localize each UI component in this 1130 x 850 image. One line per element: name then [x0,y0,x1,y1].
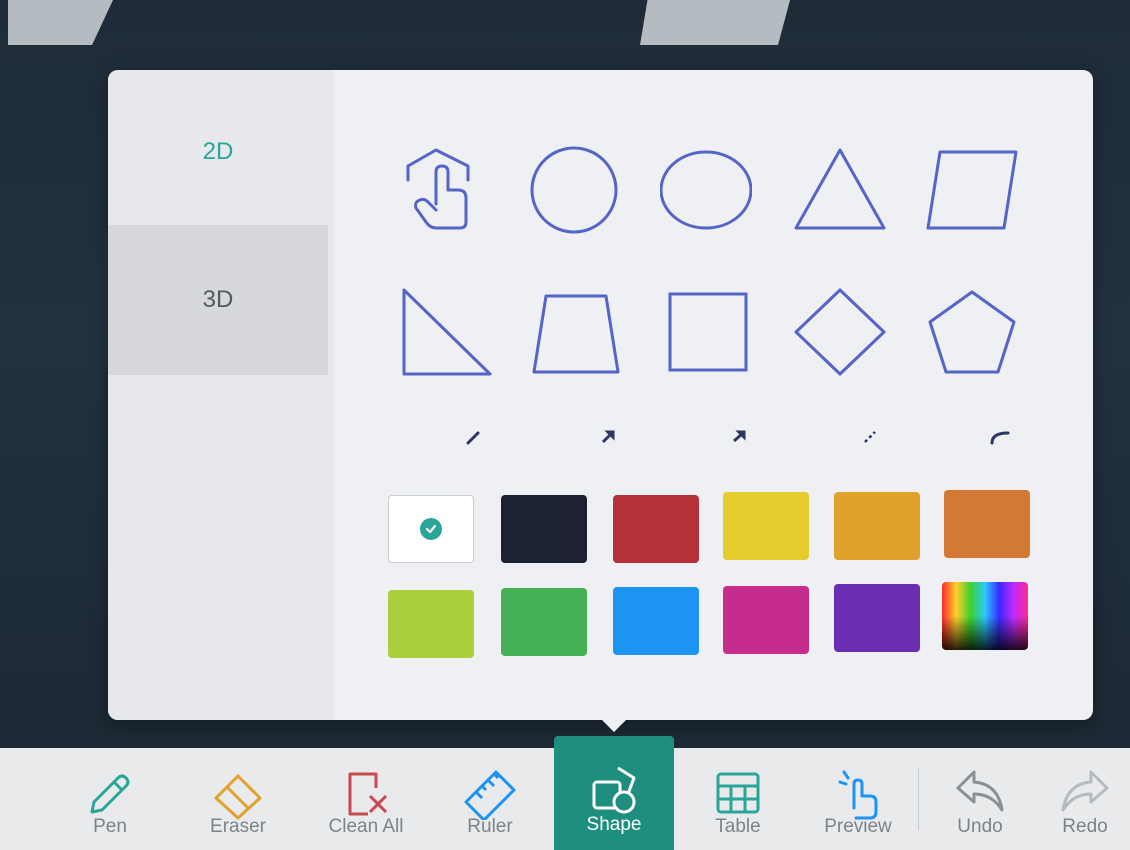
diamond-icon[interactable] [790,282,890,382]
trapezoid-icon[interactable] [526,282,626,382]
line-icon[interactable] [454,422,494,452]
ellipse-icon[interactable] [656,138,756,238]
eraser-button[interactable]: Eraser [178,748,298,850]
undo-button[interactable]: Undo [920,748,1040,850]
pentagon-icon[interactable] [922,282,1022,382]
triangle-icon[interactable] [790,138,890,238]
clean-all-button[interactable]: Clean All [306,748,426,850]
arrow-icon[interactable] [588,422,628,452]
ceiling-light [8,0,113,45]
pen-icon [90,774,130,814]
dimension-nav: 2D 3D [108,70,333,720]
color-swatch-black[interactable] [501,495,587,563]
square-icon[interactable] [658,282,758,382]
arc-icon[interactable] [980,422,1020,452]
pen-label: Pen [93,816,127,837]
ceiling-light [640,0,790,45]
dashed-line-icon[interactable] [850,422,890,452]
circle-icon[interactable] [524,138,624,238]
color-swatch-purple[interactable] [834,584,920,652]
preview-icon [838,770,878,820]
preview-button[interactable]: Preview [798,748,918,850]
redo-icon [1061,770,1109,812]
clean-all-icon [348,772,388,816]
ruler-label: Ruler [467,816,513,837]
color-picker-spectrum[interactable] [942,582,1028,650]
bottom-toolbar: Pen Eraser Clean All Ruler Shape Table P… [0,736,1130,850]
color-swatch-blue[interactable] [613,587,699,655]
shape-label: Shape [586,814,642,835]
preview-label: Preview [824,816,892,837]
color-swatch-lime[interactable] [388,590,474,658]
toolbar-divider [918,768,919,830]
table-button[interactable]: Table [678,748,798,850]
polygon-hand-icon[interactable] [392,138,492,238]
color-swatch-magenta[interactable] [723,586,809,654]
shape-button[interactable]: Shape [554,736,674,850]
table-label: Table [715,816,761,837]
redo-label: Redo [1062,816,1108,837]
color-swatch-green[interactable] [501,588,587,656]
clean-all-label: Clean All [328,816,404,837]
color-swatch-yellow[interactable] [723,492,809,560]
eraser-label: Eraser [210,816,266,837]
right-triangle-icon[interactable] [396,282,496,382]
tab-3d[interactable]: 3D [108,225,328,375]
color-swatch-white[interactable] [388,495,474,563]
color-swatch-red[interactable] [613,495,699,563]
shape-panel: 2D 3D [108,70,1093,720]
undo-icon [956,770,1004,812]
check-icon [420,518,442,540]
double-arrow-icon[interactable] [718,422,758,452]
color-swatch-orange[interactable] [834,492,920,560]
redo-button[interactable]: Redo [1040,748,1130,850]
ruler-icon [464,770,516,820]
shape-icon [592,766,636,814]
pen-button[interactable]: Pen [50,748,170,850]
ruler-button[interactable]: Ruler [430,748,550,850]
table-icon [716,772,760,814]
undo-label: Undo [957,816,1003,837]
tab-2d[interactable]: 2D [108,75,328,225]
color-swatch-brown-orange[interactable] [944,490,1030,558]
panel-pointer [600,718,628,732]
eraser-icon [214,774,262,820]
parallelogram-icon[interactable] [922,138,1022,238]
